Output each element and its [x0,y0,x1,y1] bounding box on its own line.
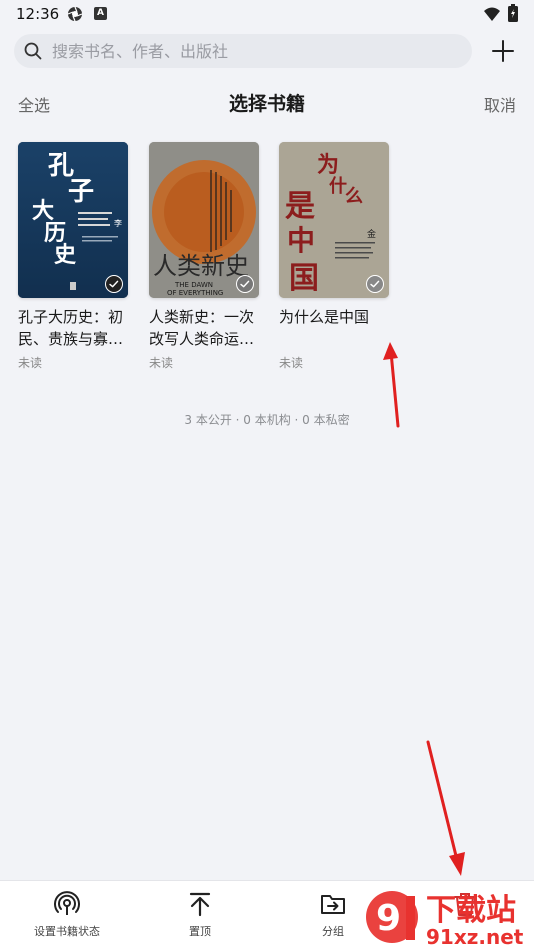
cancel-button[interactable]: 取消 [484,92,516,116]
book-cover[interactable]: 人类新史 THE DAWN OF EVERYTHING [149,142,259,298]
set-book-status-button[interactable]: 设置书籍状态 [12,891,122,939]
aperture-icon [67,6,83,22]
visibility-summary: 3 本公开 · 0 本机构 · 0 本私密 [184,413,350,427]
svg-text:91xz.net: 91xz.net [426,925,524,949]
selected-check-icon[interactable] [236,275,254,293]
svg-text:金: 金 [367,228,376,240]
add-icon[interactable] [490,38,516,64]
broadcast-icon [54,891,80,915]
svg-text:中: 中 [287,224,315,257]
nav-label: 置顶 [189,925,211,938]
book-cover[interactable]: 孔 子 大 历 史 李 [18,142,128,298]
search-input[interactable] [52,34,452,68]
svg-text:THE DAWN: THE DAWN [174,281,213,289]
search-bar[interactable] [14,34,472,68]
status-bar: 12:36 A [0,0,534,28]
svg-text:史: 史 [54,242,77,268]
svg-text:人类新史: 人类新史 [153,252,249,280]
book-read-status: 未读 [279,356,304,370]
book-item[interactable]: 孔 子 大 历 史 李 孔子大历史：初民、贵族与寡… 未读 [18,142,130,371]
book-item[interactable]: 人类新史 THE DAWN OF EVERYTHING 人类新史：一次改写人类命… [149,142,261,371]
wifi-icon [484,7,500,21]
svg-text:么: 么 [345,186,363,207]
svg-text:下载站: 下载站 [426,893,516,928]
selection-header: 全选 选择书籍 取消 [0,84,534,118]
nav-label: 设置书籍状态 [34,925,100,938]
svg-text:OF EVERYTHING: OF EVERYTHING [167,289,223,297]
annotation-arrow-down-icon [426,740,465,876]
book-title: 为什么是中国 [279,308,370,326]
pin-top-button[interactable]: 置顶 [145,891,255,939]
book-item[interactable]: 为 什 么 是 中 国 金 为什么是中国 未读 [279,142,391,371]
annotation-arrow-up-icon [383,342,400,428]
selected-check-icon[interactable] [366,275,384,293]
book-title: 人类新史：一次改写人类命运… [149,308,255,348]
svg-text:李: 李 [114,218,122,228]
svg-text:为: 为 [317,152,339,178]
book-read-status: 未读 [149,356,174,370]
svg-text:国: 国 [289,261,319,296]
book-read-status: 未读 [18,356,43,370]
folder-move-icon [321,895,345,914]
svg-text:9: 9 [376,898,401,939]
battery-icon [508,4,518,22]
status-time: 12:36 [16,5,60,23]
search-icon [24,42,42,60]
svg-text:是: 是 [285,189,315,224]
svg-text:子: 子 [68,177,94,207]
selected-check-icon[interactable] [105,275,123,293]
accessibility-badge-icon: A [94,7,107,20]
page-title: 选择书籍 [228,93,305,115]
site-watermark-logo: 9 下载站 91xz.net [366,891,524,949]
book-cover[interactable]: 为 什 么 是 中 国 金 [279,142,389,298]
pin-top-icon [189,892,211,917]
book-title: 孔子大历史：初民、贵族与寡… [18,308,124,348]
